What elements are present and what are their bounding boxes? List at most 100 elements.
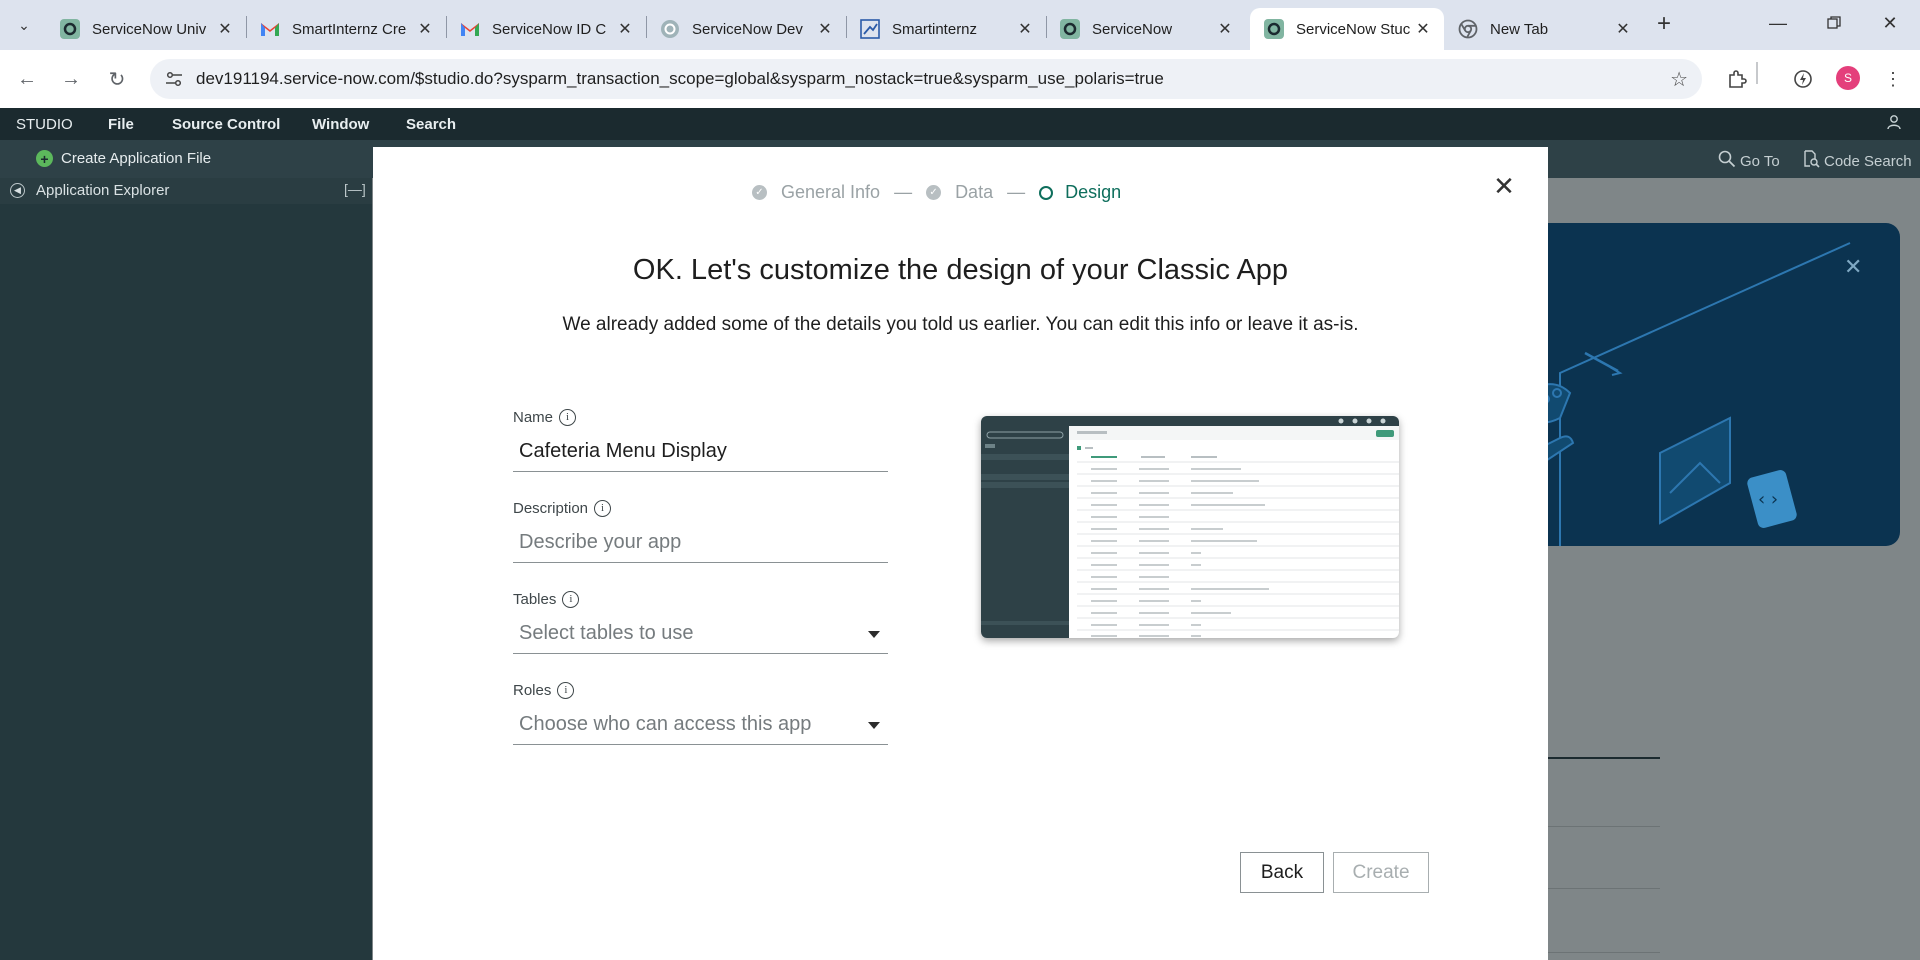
- name-input[interactable]: Cafeteria Menu Display: [513, 436, 888, 472]
- modal-subtitle: We already added some of the details you…: [562, 314, 1359, 335]
- site-info-icon[interactable]: [164, 69, 184, 89]
- main-rule: [1548, 888, 1660, 889]
- tab-title: ServiceNow ID C: [492, 20, 607, 38]
- back-button[interactable]: Back: [1240, 852, 1324, 893]
- classic-app-preview-image: [981, 416, 1399, 638]
- url-text: dev191194.service-now.com/$studio.do?sys…: [196, 69, 1164, 88]
- code-search-button[interactable]: Code Search: [1802, 150, 1912, 173]
- collapse-left-icon[interactable]: ◀: [10, 183, 25, 198]
- info-icon[interactable]: i: [562, 590, 580, 608]
- menu-source-control[interactable]: Source Control: [172, 116, 280, 133]
- menu-file[interactable]: File: [108, 116, 134, 133]
- roles-select[interactable]: Choose who can access this app: [513, 709, 888, 745]
- forward-arrow-icon[interactable]: →: [56, 64, 86, 94]
- step-separator: —: [894, 182, 913, 202]
- step-data[interactable]: Data: [955, 182, 993, 203]
- goto-label: Go To: [1740, 153, 1780, 170]
- studio-logo-label[interactable]: STUDIO: [16, 116, 73, 133]
- tab-search-chevron-icon[interactable]: ⌄: [10, 12, 38, 38]
- step-current-circle-icon: [1039, 185, 1054, 200]
- tab-close-icon[interactable]: ✕: [1612, 19, 1634, 39]
- profile-avatar[interactable]: S: [1836, 66, 1860, 90]
- browser-tab-2[interactable]: SmartInternz Cre ✕: [246, 8, 446, 50]
- bookmark-star-icon[interactable]: ☆: [1670, 67, 1688, 92]
- servicenow-icon: [1264, 19, 1284, 39]
- modal-title: OK. Let's customize the design of your C…: [632, 254, 1289, 286]
- smartinternz-icon: [860, 19, 880, 39]
- info-icon[interactable]: i: [557, 681, 575, 699]
- tables-select[interactable]: Select tables to use: [513, 618, 888, 654]
- tables-field: Tables i Select tables to use: [513, 590, 888, 654]
- browser-tab-7-active[interactable]: ServiceNow Stuc ✕: [1250, 8, 1444, 50]
- browser-tab-1[interactable]: ServiceNow Univ ✕: [46, 8, 246, 50]
- back-arrow-icon[interactable]: ←: [12, 64, 42, 94]
- description-input[interactable]: Describe your app: [513, 527, 888, 563]
- minimize-icon[interactable]: —: [1758, 8, 1798, 38]
- application-explorer-label: Application Explorer: [36, 182, 170, 199]
- restore-icon[interactable]: [1814, 8, 1854, 38]
- dropdown-caret-icon: [868, 722, 880, 729]
- dropdown-caret-icon: [868, 631, 880, 638]
- search-icon: [1718, 150, 1736, 173]
- name-field: Name i Cafeteria Menu Display: [513, 408, 888, 472]
- application-explorer-header: ◀ Application Explorer [—]: [0, 178, 372, 204]
- tab-close-icon[interactable]: ✕: [214, 19, 236, 39]
- code-search-icon: [1802, 150, 1820, 173]
- browser-tab-6[interactable]: ServiceNow ✕: [1046, 8, 1246, 50]
- info-icon[interactable]: i: [559, 408, 577, 426]
- menu-window[interactable]: Window: [312, 116, 369, 133]
- tables-label: Tables: [513, 590, 557, 608]
- more-menu-icon[interactable]: ⋮: [1880, 66, 1906, 92]
- url-bar[interactable]: dev191194.service-now.com/$studio.do?sys…: [150, 59, 1702, 99]
- new-tab-plus-icon[interactable]: +: [1650, 10, 1678, 38]
- wizard-stepper: ✓ General Info — ✓ Data — Design: [752, 182, 1121, 203]
- extensions-puzzle-icon[interactable]: [1724, 66, 1750, 92]
- tab-title: New Tab: [1490, 20, 1549, 38]
- user-icon[interactable]: [1886, 114, 1902, 135]
- banner-close-icon[interactable]: ✕: [1844, 254, 1862, 280]
- step-general-info[interactable]: General Info: [781, 182, 880, 203]
- description-label: Description: [513, 499, 589, 517]
- window-close-icon[interactable]: ✕: [1870, 8, 1910, 38]
- roles-field: Roles i Choose who can access this app: [513, 681, 888, 745]
- goto-button[interactable]: Go To: [1718, 150, 1780, 173]
- main-rule: [1548, 952, 1660, 953]
- modal-close-icon[interactable]: ✕: [1490, 171, 1518, 201]
- create-file-label: Create Application File: [61, 150, 212, 167]
- tab-title: SmartInternz Cre: [292, 20, 407, 38]
- toolbar-divider: [1756, 62, 1758, 84]
- tab-close-icon[interactable]: ✕: [814, 19, 836, 39]
- tab-title: ServiceNow Stuc: [1296, 20, 1411, 38]
- browser-address-bar: ← → ↻ dev191194.service-now.com/$studio.…: [0, 50, 1920, 108]
- browser-tab-3[interactable]: ServiceNow ID C ✕: [446, 8, 646, 50]
- tab-title: ServiceNow Dev: [692, 20, 803, 38]
- step-complete-check-icon: ✓: [752, 185, 767, 200]
- plus-icon: +: [36, 150, 53, 167]
- svg-text:‹ ›: ‹ ›: [1758, 489, 1778, 510]
- tab-close-icon[interactable]: ✕: [1014, 19, 1036, 39]
- create-button[interactable]: Create: [1333, 852, 1429, 893]
- create-application-file-button[interactable]: + Create Application File: [36, 150, 211, 167]
- roles-placeholder: Choose who can access this app: [519, 713, 812, 735]
- main-rule: [1548, 826, 1660, 827]
- browser-tab-5[interactable]: Smartinternz ✕: [846, 8, 1046, 50]
- servicenow-icon: [60, 19, 80, 39]
- reload-icon[interactable]: ↻: [102, 64, 132, 94]
- browser-tab-bar: ⌄ ServiceNow Univ ✕ SmartInternz Cre ✕ S…: [0, 0, 1920, 50]
- tab-close-icon[interactable]: ✕: [414, 19, 436, 39]
- tab-close-icon[interactable]: ✕: [1214, 19, 1236, 39]
- collapse-all-button[interactable]: [—]: [344, 181, 366, 197]
- menu-search[interactable]: Search: [406, 116, 456, 133]
- step-complete-check-icon: ✓: [926, 185, 942, 200]
- studio-menubar: STUDIO File Source Control Window Search: [0, 108, 1920, 140]
- browser-tab-4[interactable]: ServiceNow Dev ✕: [646, 8, 846, 50]
- browser-tab-8[interactable]: New Tab ✕: [1444, 8, 1644, 50]
- step-separator: —: [1007, 182, 1026, 202]
- tab-close-icon[interactable]: ✕: [1412, 19, 1434, 39]
- name-label: Name: [513, 408, 554, 426]
- performance-icon[interactable]: [1790, 66, 1816, 92]
- step-design[interactable]: Design: [1065, 182, 1121, 203]
- roles-label: Roles: [513, 681, 552, 699]
- info-icon[interactable]: i: [594, 499, 612, 517]
- tab-close-icon[interactable]: ✕: [614, 19, 636, 39]
